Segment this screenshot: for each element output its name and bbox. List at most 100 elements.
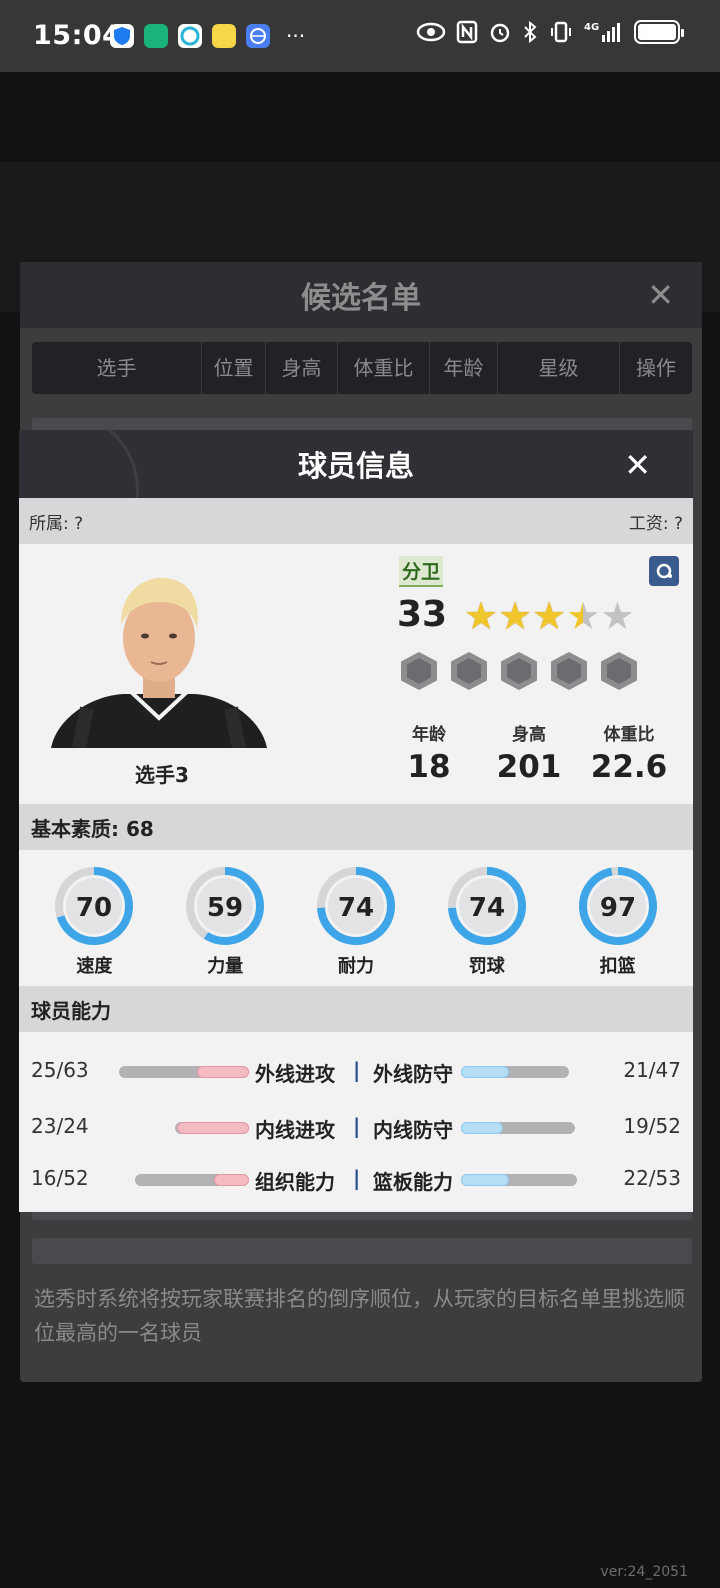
weight-ratio-stat: 体重比 22.6 (579, 720, 679, 785)
player-portrait (51, 577, 267, 748)
abilities-title: 球员能力 (19, 986, 693, 1032)
quality-label: 速度 (76, 956, 113, 977)
age-label: 年龄 (412, 725, 446, 745)
column-age: 年龄 (430, 342, 498, 394)
chat-app-icon (178, 24, 202, 48)
right-ability-value: 19/52 (623, 1114, 681, 1138)
column-height: 身高 (266, 342, 338, 394)
more-notifications-icon: ··· (286, 24, 306, 48)
quality-gauge: 97 (578, 867, 657, 945)
star-icon: ★ (600, 594, 635, 638)
star-icon: ★ (464, 594, 499, 638)
column-weight-ratio: 体重比 (338, 342, 430, 394)
quality-label: 罚球 (468, 956, 505, 977)
version-label: ver:24_2051 (600, 1564, 688, 1580)
abilities-list: 25/63 外线进攻 | 外线防守 21/47 23/24 内线进攻 | 内线防守 19/52 16… (19, 1032, 693, 1210)
status-bar: 15:04 ··· 4G (0, 0, 720, 72)
column-action: 操作 (636, 356, 676, 380)
quality-gauge: 74 (447, 867, 526, 945)
quality-value: 70 (76, 893, 112, 923)
candidate-row[interactable] (32, 1238, 692, 1264)
modal-title: 球员信息 (297, 449, 414, 483)
ability-separator: | (353, 1058, 361, 1082)
column-stars: 星级 (498, 342, 620, 394)
age-value: 18 (407, 749, 451, 785)
star-rating: ★ ★ ★ ★ ★ (464, 594, 634, 638)
quality-label: 耐力 (337, 956, 374, 977)
battery-icon (634, 20, 684, 44)
left-ability-name: 内线进攻 (255, 1118, 335, 1142)
left-ability-value: 25/63 (31, 1058, 89, 1082)
quality-label: 扣篮 (599, 956, 636, 977)
right-ability-bar (461, 1174, 577, 1186)
status-time: 15:04 (33, 20, 122, 51)
draft-rule-note: 选秀时系统将按玩家联赛排名的倒序顺位，从玩家的目标名单里挑选顺位最高的一名球员 (34, 1287, 685, 1345)
notification-icons: ··· (110, 24, 305, 48)
quality-gauge: 70 (55, 867, 134, 945)
owner-salary-bar: 所属: ? 工资: ? (19, 498, 693, 544)
badge-slot-icon (501, 652, 537, 690)
mijia-app-icon (144, 24, 168, 48)
vibrate-icon (551, 21, 571, 43)
height-stat: 身高 201 (479, 720, 579, 785)
player-name: 选手3 (135, 763, 189, 787)
alarm-icon (490, 23, 510, 43)
right-ability-name: 外线防守 (373, 1062, 453, 1086)
quality-label: 力量 (207, 956, 244, 977)
badge-slot-icon (401, 652, 437, 690)
basic-quality-title: 基本素质: 68 (19, 804, 693, 850)
quality-value: 97 (599, 893, 635, 923)
quality-gauge: 74 (316, 867, 395, 945)
modal-header: 球员信息 ✕ (19, 430, 693, 498)
owner-label: 所属: ? (29, 513, 84, 534)
quality-ring-3: 74 罚球 (437, 850, 537, 986)
player-rating: 33 (397, 594, 448, 635)
player-info-modal: 球员信息 ✕ 所属: ? 工资: ? 选手3 分卫 33 ★ ★ ★ ★ ★ 年… (19, 430, 693, 1212)
svg-text:4G: 4G (584, 22, 599, 33)
star-icon: ★ (532, 594, 567, 638)
height-value: 201 (496, 749, 562, 785)
signal-icon: 4G (584, 22, 620, 42)
column-position: 位置 (202, 342, 266, 394)
eye-icon (416, 22, 446, 42)
badge-slot-icon (451, 652, 487, 690)
age-stat: 年龄 18 (379, 720, 479, 785)
star-icon: ★ (566, 594, 601, 638)
badge-slot-icon (551, 652, 587, 690)
quality-ring-1: 59 力量 (175, 850, 275, 986)
badge-slots (401, 652, 637, 690)
basketball-decoration (19, 430, 139, 498)
candidate-close-icon[interactable]: ✕ (647, 276, 674, 314)
quality-gauge: 59 (186, 867, 265, 945)
quality-value: 74 (338, 893, 374, 923)
right-ability-value: 21/47 (623, 1058, 681, 1082)
ability-row: 16/52 组织能力 | 篮板能力 22/53 (19, 1158, 693, 1198)
position-badge: 分卫 (399, 556, 444, 587)
ability-row: 25/63 外线进攻 | 外线防守 21/47 (19, 1050, 693, 1090)
quality-ring-4: 97 扣篮 (568, 850, 668, 986)
right-ability-bar (461, 1066, 569, 1078)
quality-ring-2: 74 耐力 (306, 850, 406, 986)
left-ability-value: 16/52 (31, 1166, 89, 1190)
candidate-list-header: 候选名单 ✕ (20, 262, 702, 328)
left-ability-value: 23/24 (31, 1114, 89, 1138)
weight-ratio-value: 22.6 (590, 749, 668, 785)
left-ability-bar (135, 1174, 249, 1186)
right-ability-bar (461, 1122, 575, 1134)
ability-separator: | (353, 1114, 361, 1138)
modal-close-icon[interactable]: ✕ (624, 446, 651, 484)
ability-row: 23/24 内线进攻 | 内线防守 19/52 (19, 1106, 693, 1146)
quality-ring-0: 70 速度 (44, 850, 144, 986)
badge-slot-icon (601, 652, 637, 690)
player-detail-icon[interactable] (649, 556, 679, 586)
salary-label: 工资: ? (628, 513, 683, 534)
system-icons: 4G (416, 20, 684, 44)
star-icon: ★ (498, 594, 533, 638)
candidate-columns: 选手 位置 身高 体重比 年龄 星级 操作 (32, 342, 692, 394)
nfc-icon (456, 20, 478, 44)
quality-value: 74 (469, 893, 505, 923)
browser-app-icon (246, 24, 270, 48)
ability-separator: | (353, 1166, 361, 1190)
right-ability-name: 篮板能力 (373, 1170, 453, 1194)
left-ability-bar (119, 1066, 249, 1078)
